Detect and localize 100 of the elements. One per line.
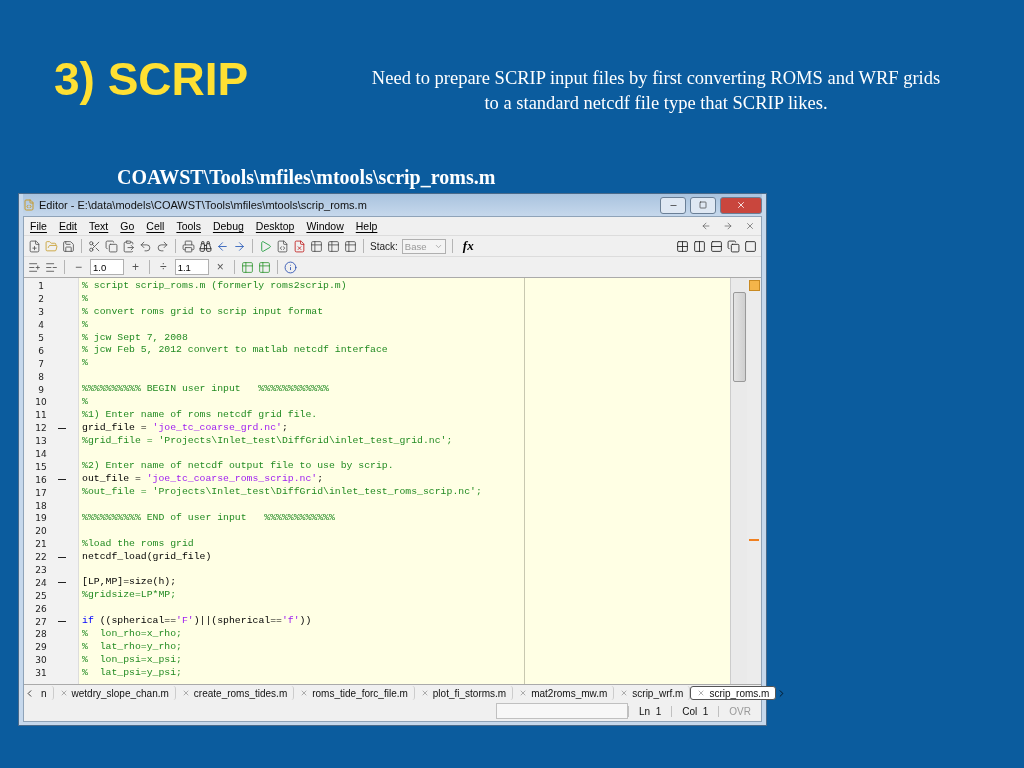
line-number: 9 [37, 384, 45, 395]
code-line: % lat_psi=y_psi; [81, 666, 182, 680]
code-line: % [81, 396, 88, 409]
close-tab-icon[interactable] [59, 689, 68, 697]
code-line: %out_file = 'Projects\Inlet_test\DiffGrid\inlet_test_roms_scrip.nc'; [81, 486, 482, 500]
editor-app-icon [23, 199, 35, 211]
insert-cell-icon[interactable] [28, 260, 41, 274]
slide-description: Need to prepare SCRIP input files by first converting ROMS and WRF grids to a standard netcdf file type that SCRIP likes. [370, 67, 942, 115]
line-number: 1 [37, 281, 45, 292]
new-file-icon[interactable] [28, 239, 41, 253]
grid-layout-icon[interactable] [676, 239, 689, 253]
set-breakpoint-icon[interactable] [276, 239, 289, 253]
decrement-button[interactable]: − [71, 260, 86, 274]
column-indicator: Col 1 [671, 705, 719, 717]
redo-icon[interactable] [156, 239, 169, 253]
divide-button[interactable]: ÷ [156, 260, 171, 274]
run-icon[interactable] [259, 239, 272, 253]
file-tab[interactable]: wetdry_slope_chan.m [53, 686, 176, 700]
file-tab[interactable]: n [35, 686, 54, 700]
file-tab[interactable]: roms_tide_forc_file.m [294, 686, 415, 700]
multiply-button[interactable]: × [212, 260, 228, 274]
minimize-button[interactable] [660, 196, 686, 214]
menu-item[interactable]: Window [306, 220, 344, 232]
code-line: %2) Enter name of netcdf output file to use by scrip. [81, 460, 394, 474]
line-number: 22 [34, 552, 48, 563]
file-tab[interactable]: create_roms_tides.m [175, 686, 295, 700]
menu-item[interactable]: Tools [176, 220, 201, 232]
close-button[interactable] [720, 196, 762, 214]
close-tab-icon[interactable] [697, 689, 706, 697]
paste-icon[interactable] [122, 239, 135, 253]
back-arrow-icon[interactable] [216, 239, 229, 253]
file-tab[interactable]: plot_fi_storms.m [414, 686, 514, 700]
find-binoculars-icon[interactable] [199, 239, 212, 253]
close-tab-icon[interactable] [420, 689, 429, 697]
menu-item[interactable]: Help [355, 220, 378, 232]
code-line: %%%%%%%%%% END of user input %%%%%%%%%%%% [81, 512, 335, 525]
info-icon[interactable] [283, 260, 297, 274]
cut-icon[interactable] [88, 239, 101, 253]
menu-item[interactable]: Edit [58, 220, 77, 232]
dock-arrow-icon[interactable] [701, 221, 711, 231]
line-number: 30 [34, 655, 48, 666]
line-number: 12 [34, 423, 48, 434]
undock-arrow-icon[interactable] [723, 221, 733, 231]
code-line: grid_file = 'joe_tc_coarse_grd.nc'; [81, 421, 288, 435]
line-number: 26 [34, 603, 48, 614]
columns-layout-icon[interactable] [693, 239, 706, 253]
line-number: 25 [34, 590, 48, 601]
multiplier-value-field[interactable]: 1.1 [174, 259, 209, 275]
line-number: 10 [34, 397, 48, 408]
line-number: 15 [34, 461, 48, 472]
line-number: 21 [34, 539, 48, 550]
menu-item[interactable]: Go [120, 220, 135, 232]
line-number: 24 [34, 577, 48, 588]
code-line: %1) Enter name of roms netcdf grid file. [81, 408, 318, 422]
breakpoint-dash[interactable] [58, 479, 66, 481]
close-tab-icon[interactable] [300, 689, 309, 697]
maximize-button[interactable] [690, 196, 716, 214]
menu-item[interactable]: Text [89, 220, 109, 232]
code-line: netcdf_load(grid_file) [81, 550, 212, 564]
line-number: 23 [34, 565, 48, 576]
breakpoint-dash[interactable] [58, 621, 66, 623]
copy-icon[interactable] [105, 239, 118, 253]
restore-window-icon[interactable] [727, 239, 740, 253]
print-icon[interactable] [182, 239, 195, 253]
rows-layout-icon[interactable] [710, 239, 723, 253]
menu-item[interactable]: Debug [212, 220, 244, 232]
save-icon[interactable] [62, 239, 75, 253]
close-tab-icon[interactable] [620, 689, 629, 697]
warning-marker[interactable] [749, 539, 759, 541]
remove-cell-icon[interactable] [45, 260, 58, 274]
decrement-value-field[interactable]: 1.0 [90, 259, 124, 275]
analyzer-status-marker[interactable] [748, 280, 760, 291]
menu-item[interactable]: File [30, 220, 47, 232]
close-icon[interactable] [745, 221, 755, 231]
menu-item[interactable]: Cell [146, 220, 165, 232]
forward-arrow-icon[interactable] [233, 239, 246, 253]
maximize-icon [699, 201, 707, 209]
function-button[interactable]: fx [458, 238, 478, 254]
line-number: 20 [34, 526, 48, 537]
close-tab-icon[interactable] [519, 689, 528, 697]
line-number: 29 [34, 642, 48, 653]
file-path-caption: COAWST\Tools\mfiles\mtools\scrip_roms.m [117, 166, 497, 189]
code-line: %%%%%%%%%% BEGIN user input %%%%%%%%%%%% [81, 383, 329, 397]
scrollbar[interactable] [730, 278, 747, 684]
line-number: 5 [37, 333, 45, 343]
breakpoint-dash[interactable] [58, 582, 66, 584]
code-line: % lon_psi=x_psi; [81, 653, 182, 667]
code-line: if ((spherical=='F')||(spherical=='f')) [81, 615, 312, 629]
breakpoint-dash[interactable] [58, 427, 66, 429]
file-tab[interactable]: scrip_roms.m [690, 686, 777, 700]
increment-button[interactable]: + [128, 260, 144, 274]
code-line: % jcw Feb 5, 2012 convert to matlab netcdf interface [81, 344, 388, 358]
line-number: 14 [34, 449, 48, 459]
file-tab[interactable]: mat2roms_mw.m [513, 686, 615, 700]
menu-item[interactable]: Desktop [255, 220, 295, 232]
undo-icon[interactable] [139, 239, 152, 253]
close-tab-icon[interactable] [181, 689, 190, 697]
breakpoint-dash[interactable] [58, 556, 66, 558]
maximize-layout-icon[interactable] [744, 239, 757, 253]
clear-breakpoint-icon[interactable] [293, 239, 306, 253]
